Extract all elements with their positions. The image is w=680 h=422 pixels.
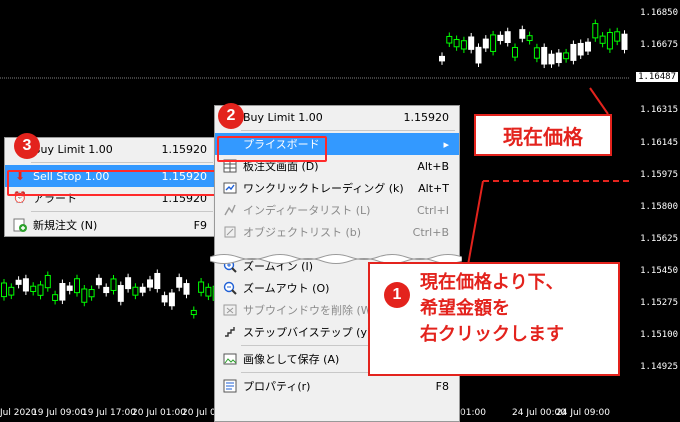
menu-one-click-trading[interactable]: ワンクリックトレーディング (k) Alt+T [215,177,459,199]
candle-body [8,286,15,296]
candle-body [519,29,526,39]
candle-body [533,47,540,59]
price-axis-label: 1.15275 [640,298,678,308]
candle-body [52,294,59,301]
candle-body [147,279,153,288]
price-axis-label: 1.15975 [640,170,678,180]
zoom-out-icon [223,281,237,295]
menu-object-list[interactable]: オブジェクトリスト (b) Ctrl+B [215,221,459,243]
candle-body [541,46,548,65]
candle-body [198,281,205,293]
candle-body [15,279,22,285]
one-click-trading-icon [223,181,237,195]
candle-body [468,36,475,50]
callout-instruction: 1 現在価格より下、 希望金額を 右クリックします [368,262,620,376]
candle-body [592,23,599,39]
menu-properties[interactable]: プロパティ(r) F8 [215,375,459,397]
properties-icon [223,379,237,393]
candle-body [621,33,628,50]
candle-body [103,286,110,294]
candle-body [555,52,562,64]
candle-body [585,41,591,52]
left-menu-new-order[interactable]: 新規注文 (N) F9 [5,214,217,236]
callout-current-price: 現在価格 [474,114,612,156]
candle-body [168,292,175,307]
candle-body [563,52,570,60]
menu-indicator-list[interactable]: インディケータリスト (L) Ctrl+I [215,199,459,221]
candle-body [1,282,7,298]
candle-body [66,285,73,291]
separator [31,211,213,212]
candle-body [504,31,511,43]
price-axis-label: 1.16315 [640,105,678,115]
candle-body [475,46,482,64]
time-axis-label: 19 Jul 09:00 [32,408,86,418]
candle-body [577,42,584,56]
candle-body [497,34,504,42]
candle-body [22,278,29,292]
candle-body [446,35,453,44]
object-list-icon [223,225,237,239]
candle-body [88,289,95,298]
pointer-line-price [589,87,609,115]
highlight-frame-sell-stop [7,170,216,196]
candle-body [44,274,51,289]
candle-body [482,38,489,49]
price-axis-label: 1.15450 [640,266,678,276]
candle-body [95,277,102,286]
candle-body [439,55,445,62]
delete-subwindow-icon [223,303,237,317]
price-axis-label: 1.16675 [640,40,678,50]
time-axis-label: 19 Jul 17:00 [82,408,136,418]
save-image-icon [223,352,237,366]
time-axis-label: 24 Jul 09:00 [556,408,610,418]
price-axis-label: 1.15100 [640,330,678,340]
price-axis-label: 1.14925 [640,362,678,372]
candle-body [117,285,124,302]
separator [241,130,455,131]
candle-body [614,31,621,42]
candle-body [81,288,88,303]
candle-body [176,277,183,288]
step-badge-2: 2 [218,103,244,129]
candle-body [190,309,197,316]
instruction-text: 現在価格より下、 希望金額を 右クリックします [420,272,564,345]
candle-body [205,286,212,297]
candle-body [183,283,190,295]
candle-body [125,277,132,290]
new-order-icon [13,218,27,232]
candle-body [132,286,139,296]
candle-body [74,278,80,294]
candle-body [453,39,460,48]
candle-body [139,286,146,293]
menu-buy-limit[interactable]: Buy Limit 1.00 1.15920 [215,106,459,128]
candle-body [512,46,518,58]
price-axis-label: 1.16487 [636,72,678,82]
candle-body [30,285,37,292]
highlight-frame-price-board [217,136,327,162]
time-axis-label: 20 Jul 01:00 [132,408,186,418]
price-axis-label: 1.15800 [640,202,678,212]
indicator-list-icon [223,203,237,217]
candle-body [548,53,555,65]
candle-body [110,278,117,291]
candle-body [526,35,533,42]
step-by-step-icon [223,325,237,339]
price-axis-label: 1.15625 [640,234,678,244]
price-axis-label: 1.16145 [640,138,678,148]
candle-body [490,34,497,52]
candle-body [154,272,161,290]
pointer-line-1 [467,180,484,266]
price-axis-label: 1.16850 [640,8,678,18]
candle-body [460,40,467,50]
candle-body [161,295,168,303]
candle-body [570,43,577,61]
candle-body [59,283,66,301]
step-badge-1: 1 [384,282,410,308]
candle-body [37,284,44,296]
step-badge-3: 3 [14,133,40,159]
candle-body [599,35,606,44]
separator [31,162,213,163]
candle-body [606,32,613,50]
